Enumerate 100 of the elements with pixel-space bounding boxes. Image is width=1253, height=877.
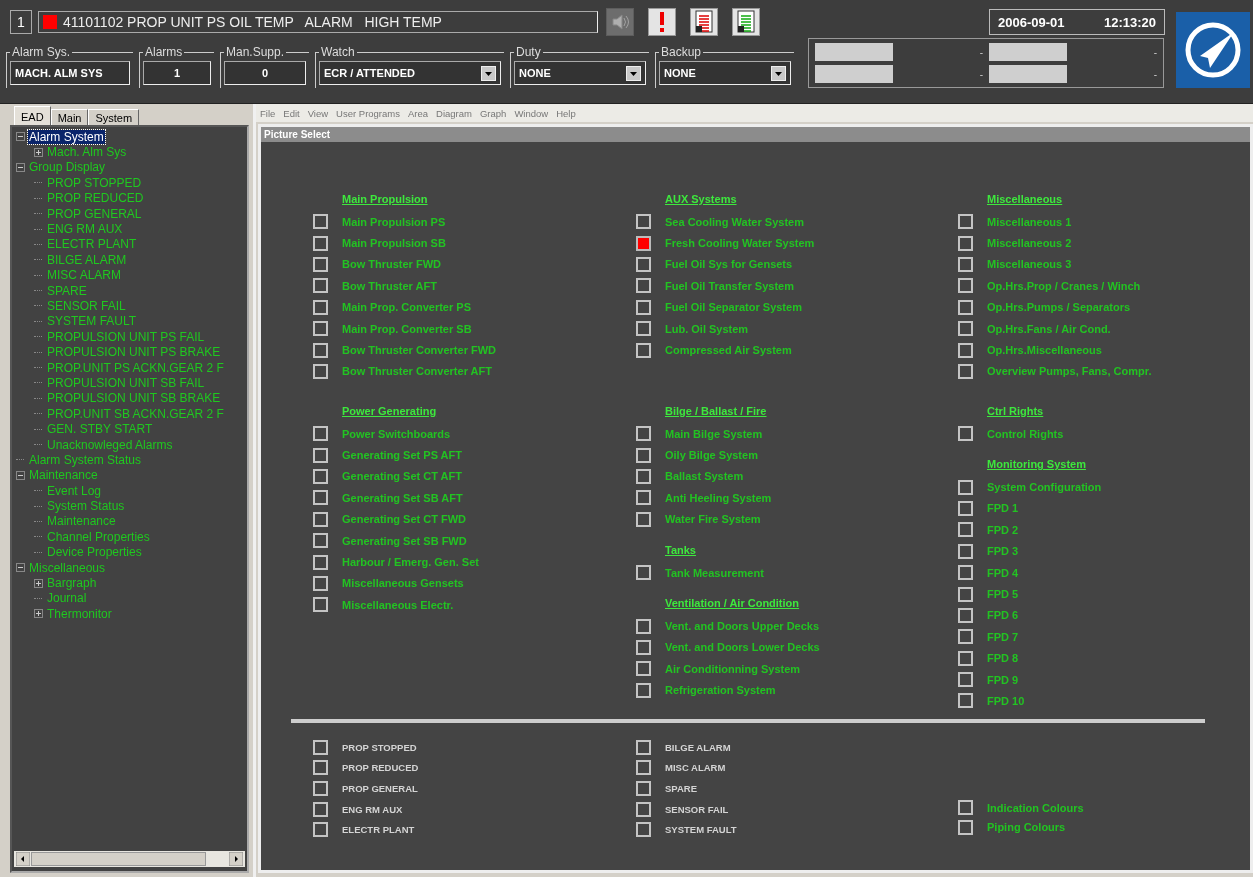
tree-item[interactable]: Journal bbox=[46, 591, 88, 606]
alert-button[interactable] bbox=[648, 8, 676, 36]
tree-item[interactable]: Mach. Alm Sys bbox=[46, 145, 128, 160]
checkbox[interactable] bbox=[636, 781, 651, 796]
checkbox[interactable] bbox=[313, 342, 328, 358]
tree-item[interactable]: SYSTEM FAULT bbox=[46, 314, 138, 329]
picture-link[interactable]: Fuel Oil Separator System bbox=[665, 301, 802, 314]
checkbox[interactable] bbox=[958, 363, 973, 379]
report-button[interactable] bbox=[732, 8, 760, 36]
picture-link[interactable]: Bow Thruster AFT bbox=[342, 279, 437, 292]
picture-link[interactable]: System Configuration bbox=[987, 481, 1102, 494]
picture-link[interactable]: Refrigeration System bbox=[665, 684, 776, 697]
checkbox[interactable] bbox=[313, 278, 328, 294]
picture-link[interactable]: Op.Hrs.Prop / Cranes / Winch bbox=[987, 279, 1141, 292]
caret-icon[interactable] bbox=[626, 65, 641, 81]
checkbox[interactable] bbox=[958, 650, 973, 666]
checkbox[interactable] bbox=[636, 278, 651, 294]
checkbox[interactable] bbox=[313, 822, 328, 838]
checkbox[interactable] bbox=[636, 468, 651, 484]
checkbox[interactable] bbox=[313, 235, 328, 251]
checkbox[interactable] bbox=[636, 490, 651, 506]
scroll-right-icon[interactable] bbox=[229, 852, 243, 866]
checkbox[interactable] bbox=[636, 321, 651, 337]
tree-item[interactable]: Bargraph bbox=[46, 576, 98, 590]
picture-link[interactable]: Generating Set SB FWD bbox=[342, 534, 467, 547]
section-heading[interactable]: Tanks bbox=[636, 539, 958, 560]
collapse-icon[interactable] bbox=[16, 470, 25, 480]
section-heading[interactable]: Main Propulsion bbox=[313, 189, 636, 209]
picture-link[interactable]: Main Prop. Converter PS bbox=[342, 301, 471, 314]
checkbox[interactable] bbox=[958, 214, 973, 230]
section-heading[interactable]: Power Generating bbox=[313, 401, 636, 421]
checkbox[interactable] bbox=[313, 801, 328, 817]
picture-link[interactable]: Lub. Oil System bbox=[665, 322, 749, 335]
checkbox[interactable] bbox=[636, 235, 651, 251]
picture-link[interactable]: Miscellaneous 1 bbox=[987, 215, 1072, 228]
tree-item[interactable]: Alarm System Status bbox=[28, 452, 143, 467]
checkbox[interactable] bbox=[636, 822, 651, 838]
checkbox[interactable] bbox=[313, 426, 328, 442]
picture-link[interactable]: Main Propulsion SB bbox=[342, 237, 446, 250]
collapse-icon[interactable] bbox=[16, 162, 25, 172]
section-heading[interactable]: Ctrl Rights bbox=[958, 401, 1238, 421]
tree-item[interactable]: PROPULSION UNIT PS FAIL bbox=[46, 329, 206, 344]
checkbox[interactable] bbox=[958, 256, 973, 272]
tree-item[interactable]: Thermonitor bbox=[46, 606, 113, 621]
checkbox[interactable] bbox=[313, 490, 328, 506]
picture-link[interactable]: Sea Cooling Water System bbox=[665, 215, 804, 228]
collapse-icon[interactable] bbox=[16, 563, 25, 573]
checkbox[interactable] bbox=[313, 468, 328, 484]
picture-link[interactable]: Main Bilge System bbox=[665, 427, 763, 440]
checkbox[interactable] bbox=[313, 575, 328, 591]
menu-item[interactable]: Window bbox=[514, 107, 549, 119]
picture-link[interactable]: Bow Thruster Converter FWD bbox=[342, 344, 496, 357]
section-heading[interactable]: Ventilation / Air Condition bbox=[636, 593, 958, 614]
checkbox[interactable] bbox=[313, 321, 328, 337]
picture-link[interactable]: Ballast System bbox=[665, 470, 744, 483]
picture-link[interactable]: Anti Heeling System bbox=[665, 491, 772, 504]
picture-link[interactable]: Fuel Oil Transfer System bbox=[665, 279, 794, 292]
scroll-left-icon[interactable] bbox=[16, 852, 30, 866]
section-heading[interactable]: Monitoring System bbox=[958, 454, 1238, 475]
picture-link[interactable]: FPD 9 bbox=[987, 673, 1019, 686]
expand-icon[interactable] bbox=[34, 578, 43, 588]
picture-link[interactable]: Oily Bilge System bbox=[665, 449, 758, 462]
checkbox[interactable] bbox=[636, 739, 651, 755]
checkbox[interactable] bbox=[636, 214, 651, 230]
tree-item[interactable]: PROP.UNIT SB ACKN.GEAR 2 F bbox=[46, 406, 225, 421]
picture-link[interactable]: Miscellaneous Gensets bbox=[342, 577, 464, 590]
picture-link[interactable]: Bow Thruster Converter AFT bbox=[342, 365, 492, 378]
checkbox[interactable] bbox=[313, 781, 328, 796]
tree-item[interactable]: BILGE ALARM bbox=[46, 252, 128, 267]
picture-link[interactable]: FPD 5 bbox=[987, 588, 1019, 601]
checkbox[interactable] bbox=[958, 235, 973, 251]
picture-link[interactable]: Compressed Air System bbox=[665, 344, 792, 357]
menu-item[interactable]: View bbox=[307, 107, 329, 119]
group-link[interactable]: SPARE bbox=[665, 783, 698, 794]
group-link[interactable]: MISC ALARM bbox=[665, 762, 726, 774]
picture-link[interactable]: Harbour / Emerg. Gen. Set bbox=[342, 556, 479, 569]
tree-item[interactable]: Event Log bbox=[46, 483, 103, 498]
checkbox[interactable] bbox=[958, 522, 973, 538]
picture-link[interactable]: Fresh Cooling Water System bbox=[665, 237, 815, 250]
checkbox[interactable] bbox=[636, 760, 651, 776]
picture-link[interactable]: Op.Hrs.Miscellaneous bbox=[987, 344, 1102, 357]
checkbox[interactable] bbox=[958, 693, 973, 709]
group-link[interactable]: BILGE ALARM bbox=[665, 741, 731, 753]
checkbox[interactable] bbox=[636, 801, 651, 817]
checkbox[interactable] bbox=[958, 299, 973, 315]
group-link[interactable]: ENG RM AUX bbox=[342, 803, 403, 815]
section-heading[interactable]: Bilge / Ballast / Fire bbox=[636, 401, 958, 421]
tree-item[interactable]: PROP GENERAL bbox=[46, 206, 143, 221]
checkbox[interactable] bbox=[958, 819, 973, 835]
tree-item[interactable]: Channel Properties bbox=[46, 529, 151, 544]
expand-icon[interactable] bbox=[34, 147, 43, 157]
expand-icon[interactable] bbox=[34, 609, 43, 619]
group-link[interactable]: PROP GENERAL bbox=[342, 783, 418, 794]
checkbox[interactable] bbox=[313, 447, 328, 463]
checkbox[interactable] bbox=[313, 511, 328, 527]
checkbox[interactable] bbox=[958, 426, 973, 442]
checkbox[interactable] bbox=[313, 554, 328, 570]
tree-item[interactable]: PROPULSION UNIT SB FAIL bbox=[46, 375, 206, 390]
checkbox[interactable] bbox=[636, 299, 651, 315]
checkbox[interactable] bbox=[958, 321, 973, 337]
